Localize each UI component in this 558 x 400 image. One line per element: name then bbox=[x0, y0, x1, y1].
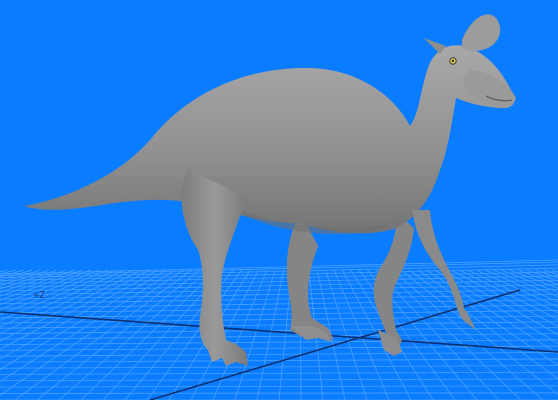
grid-line bbox=[256, 269, 285, 400]
head-crest bbox=[462, 14, 501, 52]
grid-line bbox=[234, 269, 276, 400]
ground-grid bbox=[0, 259, 558, 400]
axis-label: +Z bbox=[33, 290, 46, 301]
grid-line bbox=[0, 378, 558, 382]
grid-line bbox=[0, 267, 558, 281]
body bbox=[24, 45, 515, 234]
grid-line bbox=[0, 385, 558, 388]
grid-line bbox=[0, 392, 558, 394]
grid-line bbox=[146, 269, 243, 400]
3d-viewport[interactable]: +Z bbox=[0, 0, 558, 400]
grid-line bbox=[0, 365, 558, 369]
viewport-canvas[interactable] bbox=[0, 0, 558, 400]
